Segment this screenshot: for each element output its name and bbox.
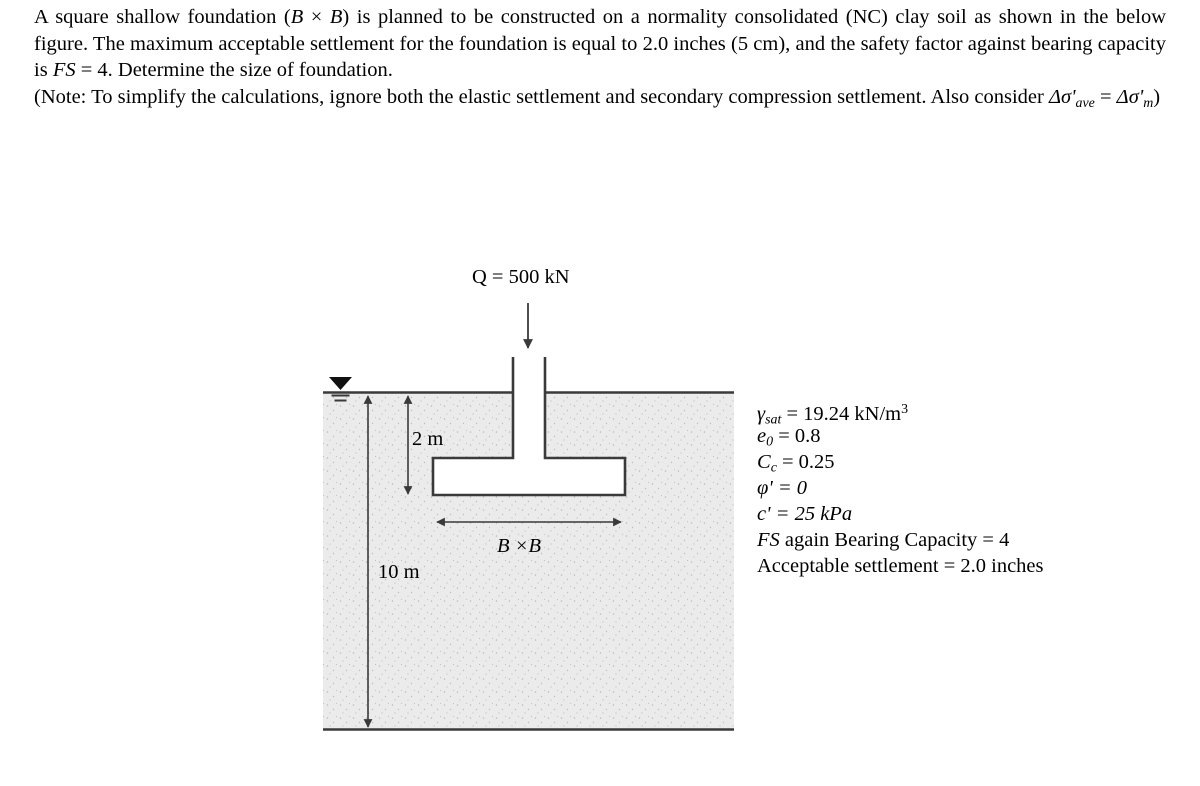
foundation-diagram	[0, 0, 1200, 786]
depth-label: 2 m	[412, 428, 444, 450]
load-label: Q = 500 kN	[472, 266, 570, 288]
soil-prop-friction-angle: φ' = 0	[757, 477, 808, 499]
gamma-value: = 19.24 kN/m	[781, 402, 902, 425]
cc-value: = 0.25	[776, 451, 835, 473]
fs-symbol: FS	[757, 529, 780, 551]
soil-properties-list: γsat = 19.24 kN/m3 e0 = 0.8 Cc = 0.25 φ'…	[757, 397, 1044, 579]
footing-width-label: B ×B	[497, 535, 542, 557]
gamma-unit-exponent: 3	[901, 402, 909, 417]
soil-prop-acceptable-settlement: Acceptable settlement = 2.0 inches	[757, 555, 1044, 577]
layer-thickness-label: 10 m	[378, 561, 420, 583]
e-symbol: e	[757, 425, 767, 447]
soil-prop-compression-index: Cc = 0.25	[757, 449, 1044, 475]
soil-prop-cohesion: c' = 25 kPa	[757, 503, 853, 525]
gamma-symbol: γ	[757, 402, 766, 425]
soil-prop-factor-of-safety: FS again Bearing Capacity = 4	[757, 527, 1044, 553]
soil-prop-gamma-sat: γsat = 19.24 kN/m3	[757, 397, 1044, 427]
e-value: = 0.8	[773, 425, 821, 447]
cc-symbol: C	[757, 451, 771, 473]
soil-prop-void-ratio: e0 = 0.8	[757, 423, 1044, 449]
fs-value: again Bearing Capacity = 4	[779, 529, 1010, 551]
